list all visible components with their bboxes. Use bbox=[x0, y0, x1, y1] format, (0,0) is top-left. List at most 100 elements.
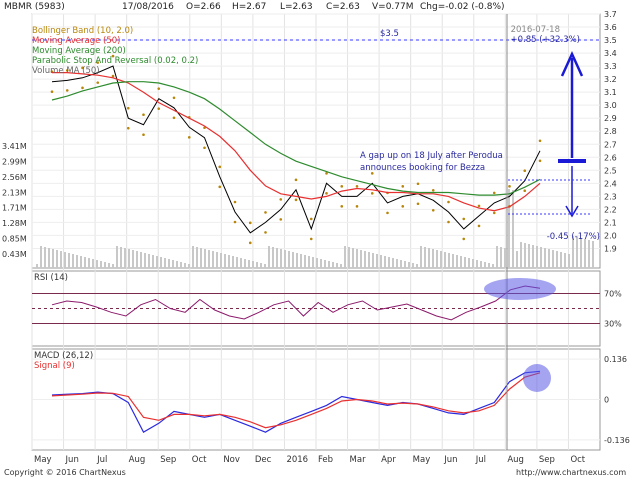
x-tick-label: May bbox=[34, 455, 52, 465]
volume-bar bbox=[128, 249, 130, 268]
bollinger-dot bbox=[508, 185, 511, 188]
volume-bar bbox=[120, 247, 122, 268]
volume-bar bbox=[444, 252, 446, 268]
resistance-label: $3.5 bbox=[380, 29, 399, 39]
bollinger-dot bbox=[248, 241, 252, 245]
volume-bar bbox=[196, 247, 198, 268]
y-tick-label: 2.4 bbox=[604, 179, 617, 188]
volume-bar bbox=[584, 239, 586, 268]
y-tick-label: 2.1 bbox=[604, 218, 617, 227]
bollinger-dot bbox=[370, 192, 374, 195]
copyright-text: Copyright © 2016 ChartNexus bbox=[4, 468, 126, 477]
x-tick-label: Aug bbox=[129, 455, 146, 465]
volume-bar bbox=[44, 247, 46, 268]
volume-bar bbox=[340, 264, 342, 268]
gain-label: +0.85 (+32.3%) bbox=[510, 35, 580, 45]
x-tick-label: Oct bbox=[192, 455, 207, 465]
volume-bar bbox=[192, 246, 194, 268]
x-tick-label: Apr bbox=[381, 455, 396, 465]
volume-bar bbox=[500, 247, 502, 268]
volume-bar bbox=[112, 264, 114, 268]
date-marker-label: 2016-07-18 bbox=[511, 25, 560, 35]
volume-bar bbox=[360, 250, 362, 268]
bollinger-dot bbox=[462, 237, 466, 241]
rsi-highlight bbox=[484, 278, 556, 300]
y-tick-label: 2.7 bbox=[604, 140, 617, 149]
note-line-1: A gap up on 18 July after Perodua bbox=[360, 151, 503, 161]
signal-title: Signal (9) bbox=[34, 361, 75, 371]
volume-bar bbox=[164, 258, 166, 268]
y-tick-label: 3.5 bbox=[604, 36, 617, 45]
bollinger-dot bbox=[523, 189, 527, 193]
x-tick-label: Sep bbox=[539, 455, 555, 465]
macd-highlight bbox=[523, 364, 551, 392]
volume-bar bbox=[304, 255, 306, 268]
volume-tick-label: 1.28M bbox=[2, 219, 27, 228]
x-tick-label: Dec bbox=[255, 455, 272, 465]
open-label: O=2.66 bbox=[186, 2, 221, 12]
volume-bar bbox=[244, 259, 246, 268]
volume-bar bbox=[280, 249, 282, 268]
x-tick-label: 2016 bbox=[286, 455, 308, 465]
rsi-level-label: 30% bbox=[604, 320, 622, 329]
change-label: Chg=-0.02 (-0.8%) bbox=[420, 2, 505, 12]
volume-bar bbox=[232, 256, 234, 268]
volume-bar bbox=[344, 246, 346, 268]
volume-bar bbox=[504, 248, 506, 268]
y-tick-label: 2.9 bbox=[604, 114, 617, 123]
volume-bar bbox=[200, 248, 202, 268]
volume-bar bbox=[456, 255, 458, 268]
y-tick-label: 1.9 bbox=[604, 244, 617, 253]
bollinger-dot bbox=[203, 146, 206, 150]
rsi-title: RSI (14) bbox=[34, 273, 68, 283]
volume-bar bbox=[428, 248, 430, 268]
volume-bar bbox=[316, 258, 318, 268]
volume-tick-label: 2.13M bbox=[2, 188, 27, 197]
bollinger-dot bbox=[401, 185, 405, 188]
x-tick-label: Jul bbox=[96, 455, 107, 465]
volume-bar bbox=[96, 260, 98, 268]
volume-bar bbox=[156, 256, 158, 268]
chartnexus-url[interactable]: http://www.chartnexus.com bbox=[516, 468, 626, 477]
volume-bar bbox=[168, 259, 170, 268]
volume-bar bbox=[452, 254, 454, 268]
rsi-level-label: 70% bbox=[604, 290, 622, 299]
bollinger-dot bbox=[538, 159, 542, 163]
x-tick-label: Jun bbox=[65, 455, 79, 465]
volume-bar bbox=[184, 263, 186, 268]
volume-bar bbox=[100, 261, 102, 268]
legend-ma200: Moving Average (200) bbox=[32, 46, 126, 56]
bollinger-dot bbox=[218, 185, 222, 189]
volume-bar bbox=[460, 256, 462, 268]
volume-bar bbox=[536, 246, 538, 268]
volume-bar bbox=[92, 259, 94, 268]
volume-bar bbox=[236, 257, 238, 268]
volume-bar bbox=[56, 250, 58, 268]
bollinger-dot bbox=[264, 211, 267, 214]
y-tick-label: 3.0 bbox=[604, 101, 617, 110]
volume-bar bbox=[524, 243, 526, 268]
bollinger-dot bbox=[111, 74, 115, 78]
volume-bar bbox=[488, 263, 490, 268]
volume-bar bbox=[76, 255, 78, 268]
volume-bar bbox=[432, 249, 434, 268]
bollinger-dot bbox=[218, 165, 222, 169]
volume-bar bbox=[260, 263, 262, 268]
bollinger-dot bbox=[431, 188, 435, 192]
volume-bar bbox=[204, 249, 206, 268]
volume-bar bbox=[324, 260, 326, 268]
volume-bar bbox=[36, 264, 38, 268]
y-tick-label: 2.8 bbox=[604, 127, 617, 136]
macd-tick-label: 0.136 bbox=[604, 355, 627, 364]
volume-bar bbox=[588, 240, 590, 268]
volume-bar bbox=[148, 254, 150, 268]
volume-bar bbox=[60, 251, 62, 268]
volume-bar bbox=[480, 261, 482, 268]
volume-bar bbox=[152, 255, 154, 268]
bollinger-dot bbox=[157, 87, 161, 90]
macd-line bbox=[51, 370, 541, 434]
x-tick-label: Feb bbox=[318, 455, 333, 465]
bollinger-dot bbox=[538, 139, 542, 143]
bollinger-dot bbox=[142, 113, 145, 117]
bollinger-dot bbox=[462, 217, 466, 221]
